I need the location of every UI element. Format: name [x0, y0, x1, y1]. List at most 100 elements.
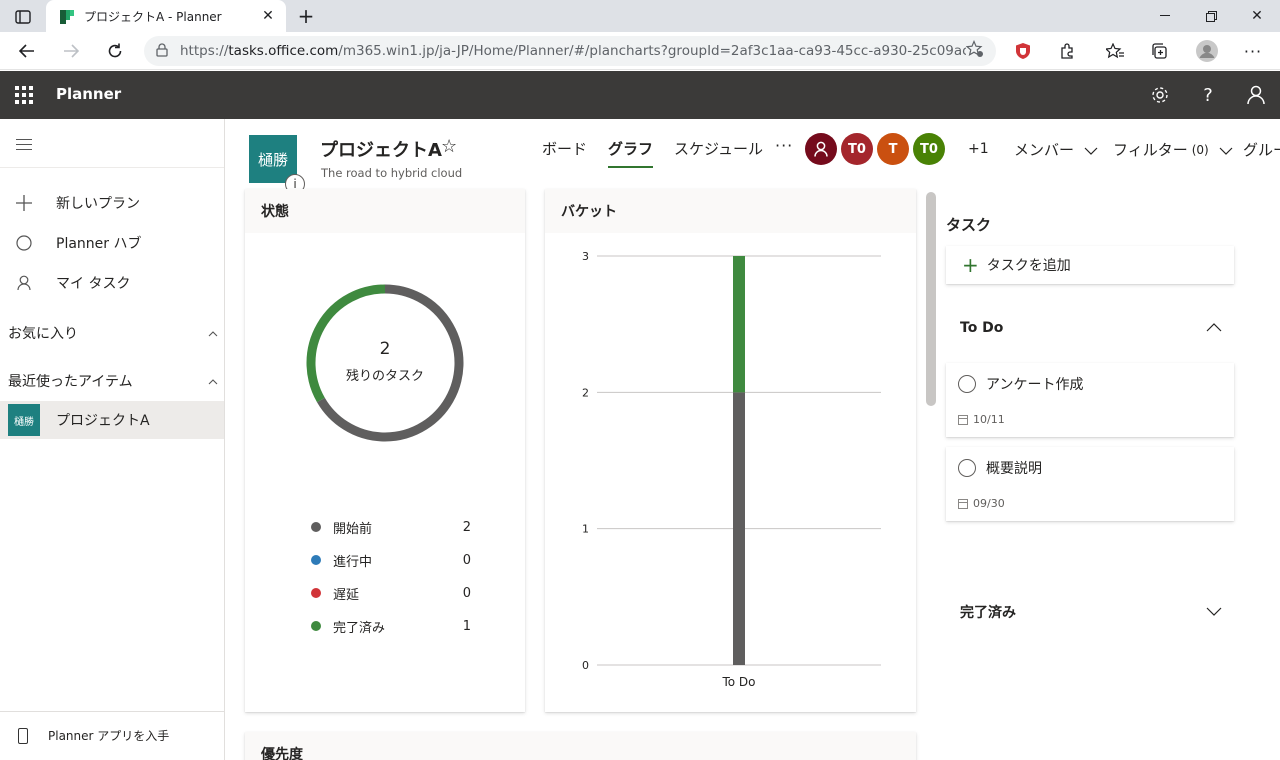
tab-actions-icon[interactable]: [8, 6, 38, 28]
tab-board[interactable]: ボード: [542, 138, 587, 168]
group-by-dropdown[interactable]: グルー: [1243, 139, 1280, 160]
get-app-link[interactable]: Planner アプリを入手: [0, 711, 224, 759]
member-avatar-2[interactable]: T0: [841, 133, 873, 165]
browser-toolbar: https://tasks.office.com/m365.win1.jp/ja…: [0, 32, 1280, 70]
task-card[interactable]: 概要説明 09/30: [946, 447, 1234, 521]
url-text: https://tasks.office.com/m365.win1.jp/ja…: [180, 43, 966, 59]
plus-icon: [14, 194, 34, 212]
refresh-icon[interactable]: [100, 36, 130, 66]
legend-count: 2: [462, 519, 471, 535]
favorite-add-icon[interactable]: [965, 39, 984, 62]
bucket-bar-chart: 0 1 2 3 To Do: [582, 250, 881, 689]
hamburger-menu-icon[interactable]: [16, 139, 32, 151]
legend-count: 0: [462, 552, 471, 568]
tab-charts[interactable]: グラフ: [608, 138, 654, 168]
task-complete-checkbox[interactable]: [958, 459, 976, 477]
members-dropdown[interactable]: メンバー: [1014, 139, 1098, 160]
calendar-icon: [958, 498, 968, 509]
phone-icon: [18, 727, 28, 744]
done-bucket-header[interactable]: 完了済み: [960, 602, 1222, 622]
todo-bucket-header[interactable]: To Do: [960, 320, 1222, 336]
legend-dot: [311, 621, 321, 631]
help-icon[interactable]: ?: [1196, 83, 1220, 107]
nav-divider: [0, 167, 224, 168]
tab-close-icon[interactable]: ✕: [260, 8, 276, 24]
add-task-button[interactable]: + タスクを追加: [946, 246, 1234, 284]
bucket-card-title: バケット: [545, 189, 916, 233]
nav-favorites-section[interactable]: お気に入り: [8, 321, 218, 345]
todo-bucket-label: To Do: [960, 320, 1004, 336]
hub-circle-icon: [14, 235, 34, 251]
y-tick-label: 2: [582, 386, 589, 399]
task-due-date: 09/30: [958, 497, 1005, 510]
extension-shield-icon[interactable]: [1008, 36, 1038, 66]
nav-planner-hub-label: Planner ハブ: [56, 236, 142, 252]
tab-schedule[interactable]: スケジュール: [674, 138, 763, 168]
plan-title: プロジェクトA: [320, 140, 442, 161]
legend-dot: [311, 555, 321, 565]
app-launcher-icon[interactable]: [12, 83, 36, 107]
more-tabs-button[interactable]: ···: [775, 136, 793, 155]
nav-planner-hub[interactable]: Planner ハブ: [0, 225, 224, 261]
forward-icon[interactable]: [56, 36, 86, 66]
extensions-icon[interactable]: [1052, 36, 1082, 66]
more-members-count[interactable]: +1: [968, 141, 989, 157]
nav-recent-project[interactable]: 樋勝 プロジェクトA: [0, 401, 224, 439]
task-card[interactable]: アンケート作成 10/11: [946, 363, 1234, 437]
left-navigation: 新しいプラン Planner ハブ マイ タスク お気に入り 最近使ったアイテム…: [0, 119, 225, 760]
settings-more-icon[interactable]: ···: [1238, 36, 1268, 66]
settings-gear-icon[interactable]: [1148, 83, 1172, 107]
task-name: アンケート作成: [986, 377, 1084, 393]
members-label: メンバー: [1014, 141, 1075, 159]
profile-avatar-icon[interactable]: [1192, 36, 1222, 66]
back-icon[interactable]: [12, 36, 42, 66]
task-complete-checkbox[interactable]: [958, 375, 976, 393]
filter-dropdown[interactable]: フィルター (0): [1113, 139, 1233, 160]
legend-label: 進行中: [333, 554, 373, 570]
legend-dot: [311, 522, 321, 532]
status-card-title: 状態: [245, 189, 525, 233]
member-avatar-3[interactable]: T: [877, 133, 909, 165]
minimize-icon[interactable]: [1142, 0, 1188, 32]
nav-recent-label: 最近使ったアイテム: [8, 374, 133, 390]
app-header: Planner ?: [0, 71, 1280, 119]
chevron-down-icon: [1206, 604, 1222, 620]
new-tab-button[interactable]: +: [294, 4, 318, 28]
nav-recent-section[interactable]: 最近使ったアイテム: [8, 369, 218, 393]
browser-tab[interactable]: プロジェクトA - Planner ✕: [46, 0, 286, 32]
account-icon[interactable]: [1244, 83, 1268, 107]
plan-subtitle: The road to hybrid cloud: [321, 166, 463, 180]
nav-new-plan[interactable]: 新しいプラン: [0, 185, 224, 221]
x-tick-label: To Do: [721, 675, 755, 689]
nav-my-tasks-label: マイ タスク: [56, 276, 131, 292]
favorite-star-icon[interactable]: ☆: [441, 136, 457, 157]
scrollbar[interactable]: [926, 192, 936, 406]
legend-count: 1: [462, 618, 471, 634]
restore-icon[interactable]: [1188, 0, 1234, 32]
task-date-label: 09/30: [973, 497, 1005, 510]
person-icon: [14, 275, 34, 291]
nav-my-tasks[interactable]: マイ タスク: [0, 265, 224, 301]
legend-dot: [311, 588, 321, 598]
legend-item: 完了済み 1: [311, 616, 471, 636]
legend-label: 開始前: [333, 521, 373, 537]
get-app-label: Planner アプリを入手: [48, 729, 170, 743]
app-name[interactable]: Planner: [56, 85, 121, 103]
member-avatar-1[interactable]: [805, 133, 837, 165]
collections-icon[interactable]: [1144, 36, 1174, 66]
legend-label: 遅延: [333, 587, 360, 603]
chevron-up-icon: [1206, 320, 1222, 336]
nav-favorites-label: お気に入り: [8, 326, 78, 342]
member-avatar-4[interactable]: T0: [913, 133, 945, 165]
person-icon: [814, 141, 828, 157]
close-window-icon[interactable]: ✕: [1234, 0, 1280, 32]
legend-label: 完了済み: [333, 620, 386, 636]
priority-card-title: 優先度: [245, 732, 916, 760]
bar-segment: [733, 256, 745, 393]
y-tick-label: 1: [582, 523, 589, 536]
calendar-icon: [958, 414, 968, 425]
favorites-icon[interactable]: [1100, 36, 1130, 66]
address-bar[interactable]: https://tasks.office.com/m365.win1.jp/ja…: [144, 36, 996, 66]
tasks-pane-title: タスク: [946, 216, 992, 234]
legend-item: 遅延 0: [311, 583, 471, 603]
